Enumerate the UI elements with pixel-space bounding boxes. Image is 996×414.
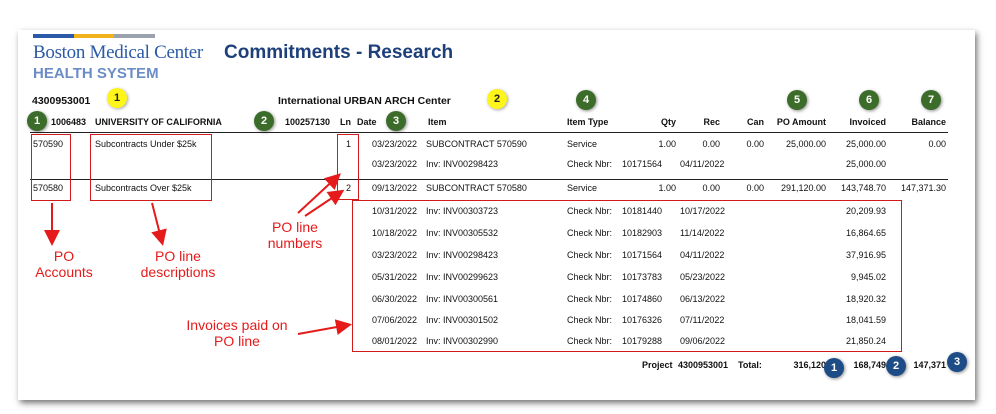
callout-arrows — [44, 173, 352, 335]
arrow-po-line-descriptions — [151, 202, 167, 246]
arrow-po-line-number-2 — [304, 189, 345, 217]
arrow-invoices — [297, 319, 352, 335]
